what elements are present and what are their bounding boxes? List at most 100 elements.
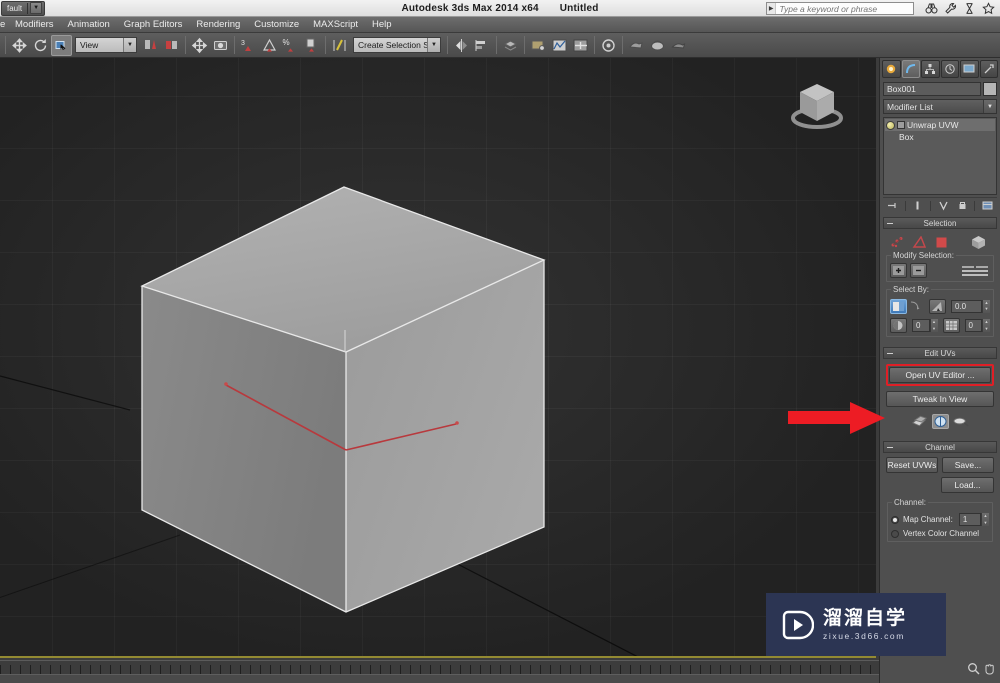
menu-item-maxscript[interactable]: MAXScript (306, 17, 365, 33)
modifier-stack-item-box[interactable]: Box (885, 131, 995, 143)
menu-item-graph-editors[interactable]: Graph Editors (117, 17, 190, 33)
chevron-down-icon[interactable]: ▼ (123, 38, 136, 52)
render-frame-window-icon[interactable] (626, 35, 647, 56)
select-by-element-icon[interactable] (890, 318, 907, 333)
star-icon[interactable] (981, 1, 996, 16)
select-object-icon[interactable] (51, 34, 72, 56)
snap-toggle-icon[interactable]: 3 (238, 35, 259, 56)
modify-tab[interactable] (901, 60, 920, 78)
redo-icon[interactable] (30, 35, 51, 56)
viewcube-icon[interactable] (786, 76, 848, 134)
peel-mode-icon[interactable] (911, 414, 928, 429)
hierarchy-tab[interactable] (921, 60, 940, 78)
collapse-icon[interactable] (887, 446, 893, 448)
menu-item-edit[interactable]: e (0, 17, 8, 33)
show-end-result-icon[interactable] (912, 200, 924, 212)
search-input[interactable] (776, 3, 913, 14)
vertex-color-channel-row[interactable]: Vertex Color Channel (891, 529, 989, 538)
track-bar[interactable] (0, 660, 1000, 675)
graph-editor-icon[interactable] (549, 35, 570, 56)
remove-modifier-icon[interactable] (956, 200, 968, 212)
create-tab[interactable] (882, 60, 901, 78)
zoom-icon[interactable] (967, 662, 980, 680)
wrench-icon[interactable] (943, 1, 958, 16)
object-color-swatch[interactable] (983, 82, 997, 96)
layer-manager-icon[interactable] (500, 35, 521, 56)
map-channel-radio[interactable] (891, 515, 899, 524)
reset-uvws-button[interactable]: Reset UVWs (886, 457, 938, 473)
element-select-icon[interactable] (970, 235, 987, 250)
grow-selection-icon[interactable] (890, 263, 907, 278)
render-production-icon[interactable] (647, 35, 668, 56)
spinner-arrows-icon[interactable]: ▲ ▼ (981, 513, 989, 526)
motion-tab[interactable] (940, 60, 959, 78)
box-object-geometry[interactable] (138, 182, 550, 616)
utilities-tab[interactable] (979, 60, 998, 78)
undo-icon[interactable] (9, 35, 30, 56)
menu-item-rendering[interactable]: Rendering (189, 17, 247, 33)
planar-angle-spinner[interactable]: 0.0 ▲ ▼ (951, 299, 990, 313)
face-select-icon[interactable] (933, 235, 950, 250)
relax-icon[interactable] (952, 414, 970, 429)
pan-icon[interactable] (983, 662, 996, 680)
collapse-icon[interactable] (887, 222, 893, 224)
modifier-stack[interactable]: Unwrap UVW Box (883, 117, 997, 195)
move-icon[interactable] (189, 35, 210, 56)
select-and-link-icon[interactable] (210, 35, 231, 56)
load-button[interactable]: Load... (941, 477, 994, 493)
edit-named-selection-sets-icon[interactable] (329, 35, 350, 56)
rollout-selection-header[interactable]: Selection (883, 217, 997, 229)
hourglass-icon[interactable] (962, 1, 977, 16)
pelt-map-icon[interactable] (931, 414, 949, 429)
select-by-material-id-icon[interactable] (942, 318, 960, 333)
render-setup-icon[interactable] (598, 35, 619, 56)
menu-item-help[interactable]: Help (365, 17, 399, 33)
reference-coordinate-combo[interactable]: View ▼ (75, 37, 137, 53)
object-name-field[interactable]: Box001 (883, 82, 981, 96)
ignore-backfacing-icon[interactable] (890, 298, 907, 314)
material-editor-icon[interactable] (528, 35, 549, 56)
map-channel-value[interactable]: 1 (958, 513, 981, 526)
vertex-select-icon[interactable] (889, 235, 906, 250)
element-spinner[interactable]: 0 ▲ ▼ (912, 319, 938, 332)
schematic-view-icon[interactable] (570, 35, 591, 56)
rollout-edit-uvs-header[interactable]: Edit UVs (883, 347, 997, 359)
menu-item-customize[interactable]: Customize (247, 17, 306, 33)
align-icon[interactable] (472, 35, 493, 56)
map-channel-row[interactable]: Map Channel: 1 ▲ ▼ (891, 513, 989, 526)
lightbulb-icon[interactable] (886, 120, 895, 130)
make-unique-icon[interactable] (938, 200, 950, 212)
element-value[interactable]: 0 (912, 319, 930, 332)
chevron-down-icon[interactable]: ▼ (427, 38, 440, 52)
modifier-stack-item-unwrap-uvw[interactable]: Unwrap UVW (885, 119, 995, 131)
tweak-in-view-button[interactable]: Tweak In View (886, 391, 994, 407)
render-iterative-icon[interactable] (668, 35, 689, 56)
configure-modifier-sets-icon[interactable] (982, 200, 994, 212)
spinner-arrows-icon[interactable]: ▲ ▼ (982, 299, 990, 313)
mirror-icon[interactable] (451, 35, 472, 56)
rollout-channel-header[interactable]: Channel (883, 441, 997, 453)
display-tab[interactable] (960, 60, 979, 78)
ring-loop-buttons[interactable] (962, 265, 988, 276)
spinner-arrows-icon[interactable]: ▲ ▼ (982, 319, 990, 332)
perspective-viewport[interactable] (0, 58, 876, 658)
collapse-icon[interactable] (887, 352, 893, 354)
vertex-color-channel-radio[interactable] (891, 529, 899, 538)
expand-icon[interactable] (897, 121, 905, 129)
material-id-spinner[interactable]: 0 ▲ ▼ (964, 319, 990, 332)
menu-item-modifiers[interactable]: Modifiers (8, 17, 61, 33)
pivot-icon[interactable] (140, 35, 161, 56)
chevron-right-icon[interactable]: ▶ (767, 3, 777, 14)
map-channel-spinner[interactable]: 1 ▲ ▼ (958, 513, 989, 526)
named-selection-set-combo[interactable]: Create Selection Set ▼ (353, 37, 441, 53)
angle-snap-icon[interactable] (259, 35, 280, 56)
binoculars-icon[interactable] (924, 1, 939, 16)
menu-item-animation[interactable]: Animation (61, 17, 117, 33)
edge-select-icon[interactable] (911, 235, 928, 250)
use-center-icon[interactable] (161, 35, 182, 56)
planar-angle-value[interactable]: 0.0 (951, 299, 982, 313)
spinner-snap-icon[interactable] (301, 35, 322, 56)
shrink-selection-icon[interactable] (910, 263, 927, 278)
pin-stack-icon[interactable] (886, 200, 898, 212)
planar-angle-icon[interactable] (929, 298, 946, 314)
